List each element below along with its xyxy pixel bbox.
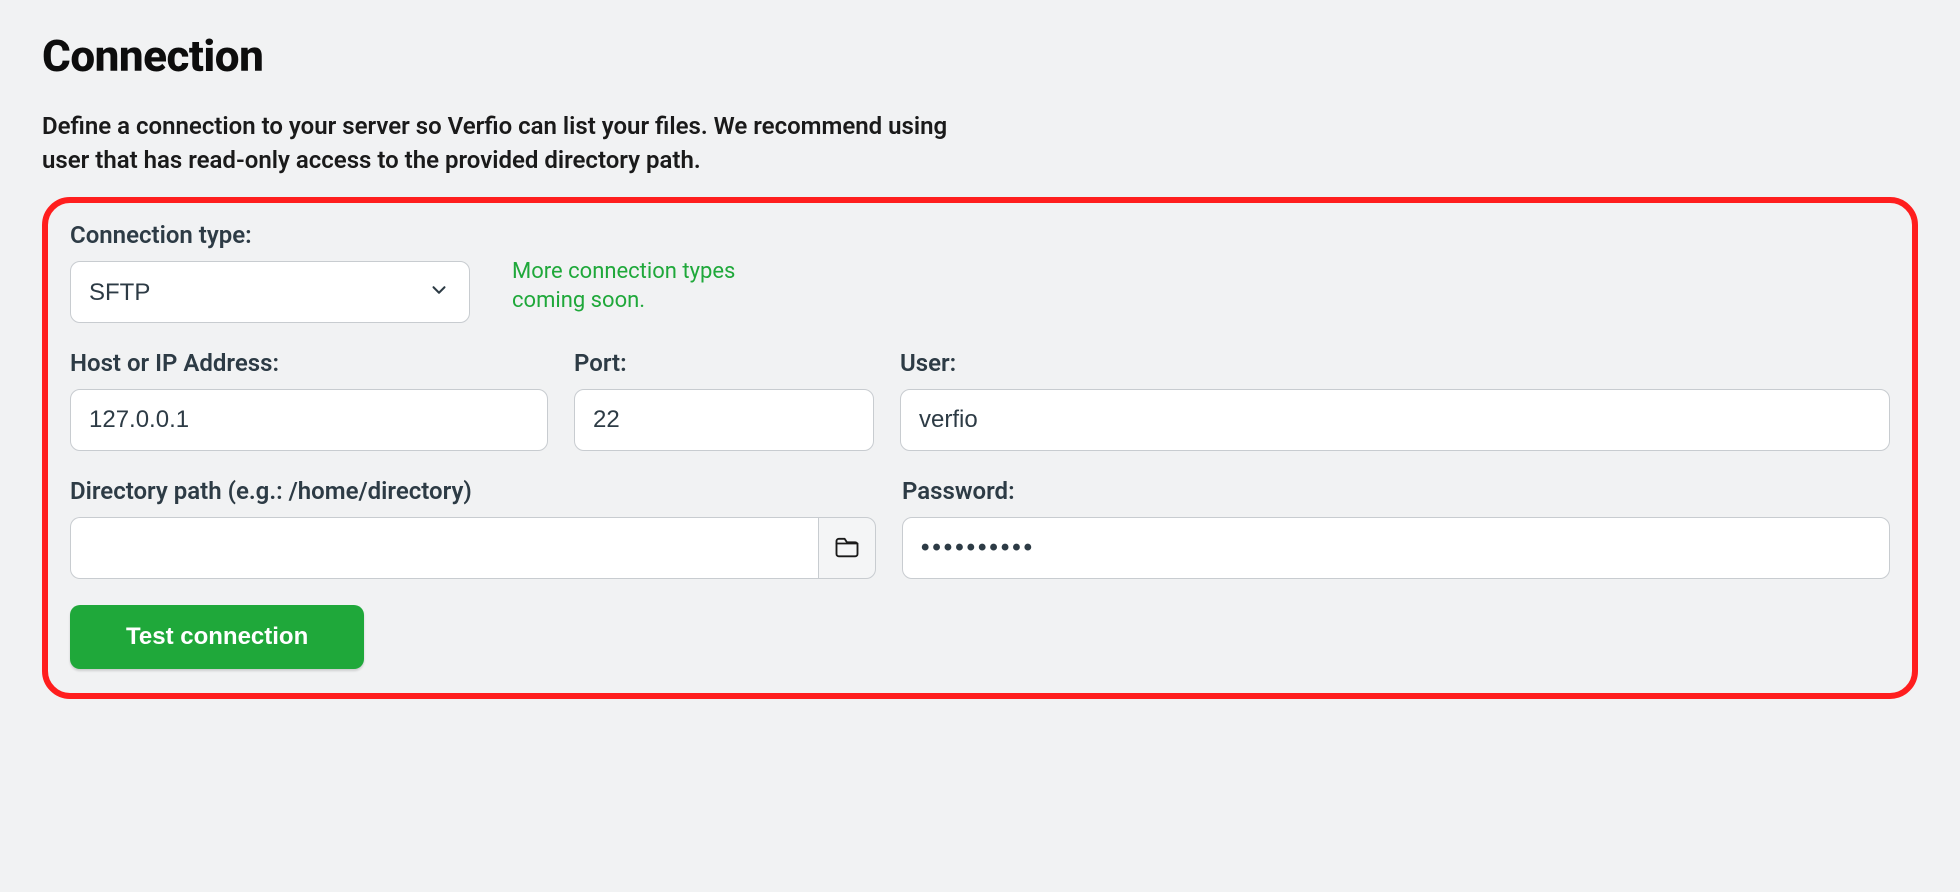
directory-field: Directory path (e.g.: /home/directory) xyxy=(70,477,876,579)
connection-type-hint: More connection types coming soon. xyxy=(512,257,752,316)
row-host-port-user: Host or IP Address: Port: User: xyxy=(70,349,1890,451)
password-input[interactable] xyxy=(902,517,1890,579)
password-label: Password: xyxy=(902,477,1890,505)
port-input[interactable] xyxy=(574,389,874,451)
folder-icon xyxy=(833,533,861,564)
user-field: User: xyxy=(900,349,1890,451)
page-title: Connection xyxy=(42,30,1918,82)
directory-input-group xyxy=(70,517,876,579)
connection-type-label: Connection type: xyxy=(70,221,470,249)
row-directory-password: Directory path (e.g.: /home/directory) P… xyxy=(70,477,1890,579)
host-field: Host or IP Address: xyxy=(70,349,548,451)
password-field: Password: xyxy=(902,477,1890,579)
host-label: Host or IP Address: xyxy=(70,349,548,377)
connection-type-field: Connection type: SFTP xyxy=(70,221,470,323)
port-field: Port: xyxy=(574,349,874,451)
connection-form-highlight: Connection type: SFTP More connection ty… xyxy=(42,197,1918,699)
row-actions: Test connection xyxy=(70,605,1890,669)
connection-type-select-wrap: SFTP xyxy=(70,261,470,323)
test-connection-button[interactable]: Test connection xyxy=(70,605,364,669)
connection-type-select[interactable]: SFTP xyxy=(70,261,470,323)
port-label: Port: xyxy=(574,349,874,377)
row-connection-type: Connection type: SFTP More connection ty… xyxy=(70,221,1890,323)
directory-label: Directory path (e.g.: /home/directory) xyxy=(70,477,876,505)
user-label: User: xyxy=(900,349,1890,377)
directory-browse-button[interactable] xyxy=(818,517,876,579)
host-input[interactable] xyxy=(70,389,548,451)
user-input[interactable] xyxy=(900,389,1890,451)
page-description: Define a connection to your server so Ve… xyxy=(42,110,962,177)
directory-input[interactable] xyxy=(70,517,818,579)
